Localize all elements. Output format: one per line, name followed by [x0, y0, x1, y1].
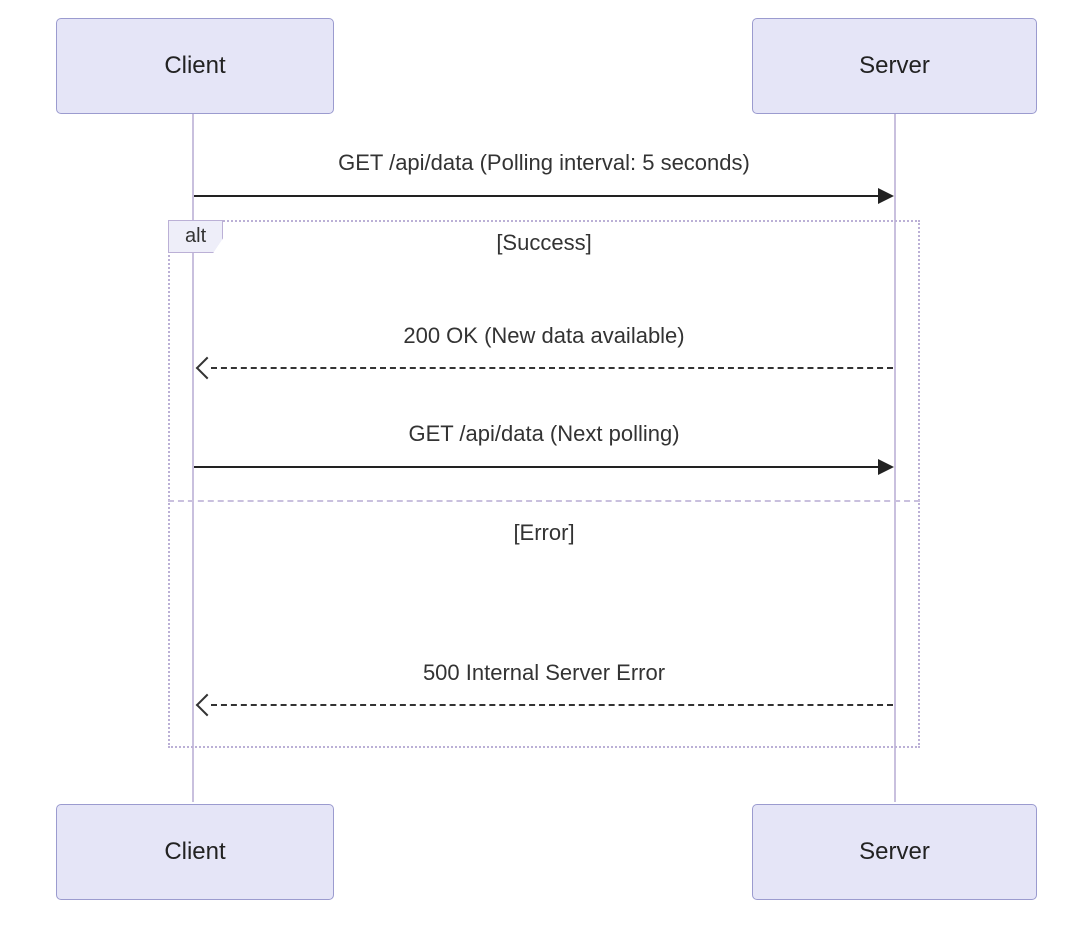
participant-server-top: Server	[752, 18, 1037, 114]
message-1-arrowhead	[878, 188, 894, 204]
message-2-label: 200 OK (New data available)	[184, 323, 904, 349]
participant-client-top-label: Client	[164, 52, 225, 80]
message-2-arrow	[211, 367, 893, 369]
message-3-label: GET /api/data (Next polling)	[184, 421, 904, 447]
message-1-label: GET /api/data (Polling interval: 5 secon…	[184, 150, 904, 176]
participant-client-top: Client	[56, 18, 334, 114]
participant-server-top-label: Server	[859, 52, 930, 80]
participant-server-bottom-label: Server	[859, 838, 930, 866]
message-3-arrowhead	[878, 459, 894, 475]
participant-client-bottom: Client	[56, 804, 334, 900]
message-1-arrow	[194, 195, 878, 197]
alt-divider	[168, 500, 920, 502]
message-4-arrow	[211, 704, 893, 706]
participant-client-bottom-label: Client	[164, 838, 225, 866]
alt-condition-error: [Error]	[184, 520, 904, 546]
alt-condition-success: [Success]	[184, 230, 904, 256]
message-3-arrow	[194, 466, 878, 468]
participant-server-bottom: Server	[752, 804, 1037, 900]
message-4-label: 500 Internal Server Error	[184, 660, 904, 686]
